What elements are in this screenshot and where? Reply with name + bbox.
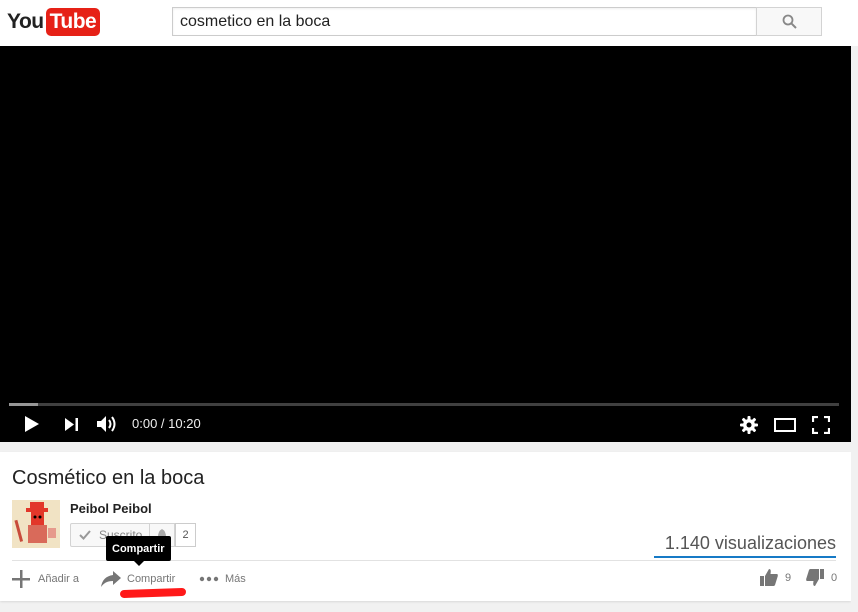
youtube-logo[interactable]: You Tube [7,8,101,36]
video-player[interactable]: 0:00 / 10:20 [0,46,851,442]
more-dots-icon [199,576,219,582]
play-button[interactable] [22,414,42,434]
add-to-label: Añadir a [38,573,79,585]
search-input[interactable] [173,8,756,35]
share-button[interactable]: Compartir [101,568,175,590]
volume-icon [97,416,116,432]
checkmark-icon [79,530,91,540]
plus-icon [12,570,30,588]
share-tooltip: Compartir [106,536,171,566]
logo-you-text: You [7,10,44,33]
settings-button[interactable] [738,414,760,436]
theater-mode-icon [774,418,796,432]
next-button[interactable] [62,414,82,434]
more-label: Más [225,573,246,585]
subscriber-count: 2 [175,523,196,547]
video-title: Cosmético en la boca [12,467,205,489]
add-to-button[interactable]: Añadir a [12,568,79,590]
page-scrollbar[interactable] [851,46,858,612]
volume-button[interactable] [96,413,120,435]
view-count: 1.140 visualizaciones [664,533,836,553]
gear-icon [740,416,758,434]
search-box [172,7,756,36]
play-icon [25,416,39,432]
dislike-count: 0 [831,571,838,584]
channel-name[interactable]: Peibol Peibol [70,501,152,516]
video-info-panel: Cosmético en la boca Peibol Peibol Suscr… [0,452,851,601]
progress-loaded [9,403,39,406]
theater-mode-button[interactable] [773,414,797,436]
dislike-button[interactable]: 0 [806,569,837,586]
fullscreen-button[interactable] [810,414,832,436]
thumbs-up-icon [760,569,778,586]
logo-tube-text: Tube [45,8,101,36]
avatar-image [12,500,60,548]
fullscreen-icon [812,416,830,434]
search-button[interactable] [756,7,822,36]
thumbs-down-icon [806,569,824,586]
masthead: You Tube [0,0,858,46]
progress-bar[interactable] [9,403,839,406]
channel-avatar[interactable] [12,500,60,548]
more-button[interactable]: Más [199,568,246,590]
time-display: 0:00 / 10:20 [132,416,201,431]
like-button[interactable]: 9 [760,569,791,586]
red-annotation-mark [119,587,187,599]
share-label: Compartir [127,573,176,585]
sentiment-bar [654,556,836,558]
search-icon [782,14,797,29]
share-arrow-icon [101,571,121,587]
like-count: 9 [785,571,792,584]
skip-next-icon [65,417,78,431]
